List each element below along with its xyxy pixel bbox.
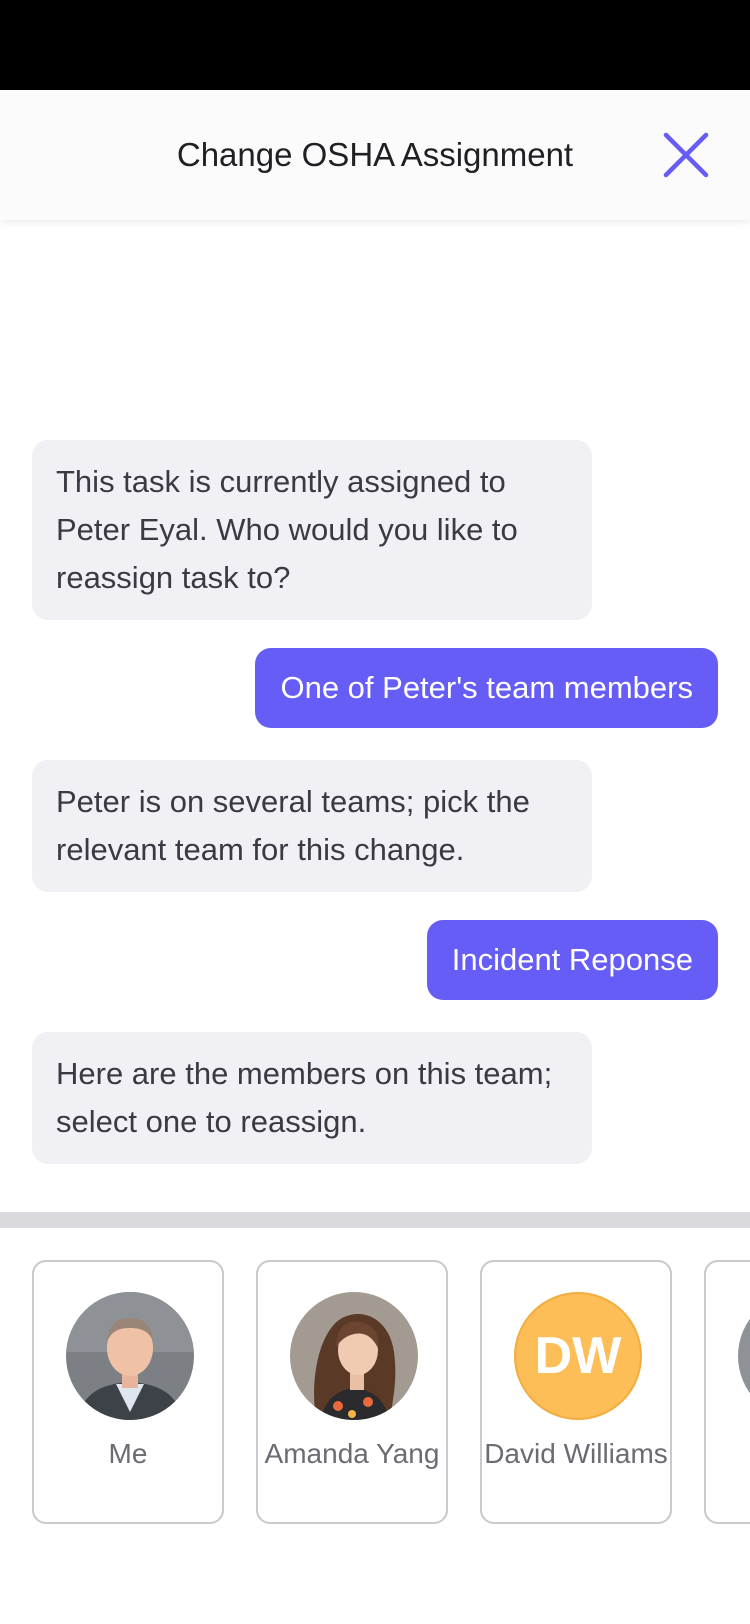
avatar	[66, 1292, 194, 1420]
page-title: Change OSHA Assignment	[176, 136, 574, 173]
status-bar	[0, 0, 750, 90]
member-name: David Williams	[484, 1438, 668, 1469]
close-button[interactable]	[658, 127, 714, 183]
divider	[0, 1212, 750, 1228]
close-icon	[663, 132, 709, 178]
member-card-me[interactable]: Me	[32, 1260, 224, 1524]
avatar	[738, 1292, 750, 1420]
member-card-partial[interactable]	[704, 1260, 750, 1524]
member-card-david-williams[interactable]: DW David Williams	[480, 1260, 672, 1524]
member-card-amanda-yang[interactable]: Amanda Yang	[256, 1260, 448, 1524]
member-name: Amanda Yang	[264, 1438, 440, 1469]
avatar	[290, 1292, 418, 1420]
bot-message: Peter is on several teams; pick the rele…	[32, 760, 592, 892]
member-name: Me	[108, 1438, 148, 1469]
member-picker: Me Amanda Yang DW David Williams	[0, 1228, 750, 1624]
bot-message: This task is currently assigned to Peter…	[32, 440, 592, 620]
bot-message: Here are the members on this team; selec…	[32, 1032, 592, 1164]
user-reply: Incident Reponse	[426, 920, 718, 1000]
avatar-initials: DW	[514, 1292, 642, 1420]
user-reply: One of Peter's team members	[255, 648, 718, 728]
header: Change OSHA Assignment	[0, 90, 750, 220]
